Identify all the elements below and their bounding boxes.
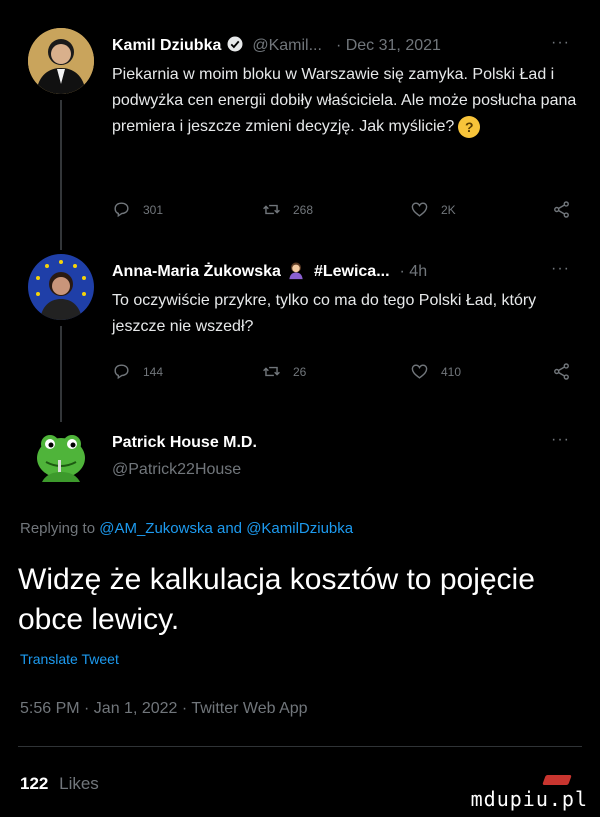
tweet-timestamp[interactable]: 5:56 PM · Jan 1, 2022 · Twitter Web App [20, 700, 308, 718]
like-count: 2K [441, 202, 456, 217]
share-button[interactable] [552, 200, 571, 219]
reply-and: and [216, 520, 243, 537]
likes-summary[interactable]: 122 Likes [20, 774, 99, 794]
author-handle[interactable]: @Patrick22House [112, 461, 241, 479]
more-icon[interactable]: ··· [551, 431, 570, 449]
retweet-icon [263, 366, 280, 377]
reply-button[interactable]: 301 [112, 200, 163, 219]
watermark-text: mdupiu.pl [470, 787, 588, 811]
retweet-icon [263, 204, 280, 215]
more-icon[interactable]: ··· [551, 34, 570, 52]
more-icon[interactable]: ··· [551, 260, 570, 278]
replying-to: Replying to @AM_Zukowska and @KamilDziub… [20, 520, 353, 537]
share-icon [554, 201, 569, 218]
likes-count: 122 [20, 774, 49, 793]
tweet-actions: 301 268 2K [112, 200, 572, 222]
reply-count: 144 [143, 364, 164, 379]
reply-icon [114, 202, 129, 218]
reply-user-link-1[interactable]: @AM_Zukowska [99, 520, 213, 537]
watermark-mustache-icon [542, 775, 572, 785]
avatar-patrick-house[interactable] [28, 424, 94, 490]
replying-prefix: Replying to [20, 520, 96, 537]
translate-tweet-link[interactable]: Translate Tweet [20, 651, 119, 667]
tweet-subheader: @Patrick22House [112, 458, 570, 482]
reply-button[interactable]: 144 [112, 362, 163, 381]
avatar-anna-maria-zukowska[interactable] [28, 254, 94, 320]
share-button[interactable] [552, 362, 571, 381]
emoji-icon: ? [458, 115, 481, 138]
woman-emoji-icon [286, 260, 306, 285]
retweet-count: 268 [293, 202, 314, 217]
retweet-button[interactable]: 268 [262, 200, 313, 219]
divider [18, 746, 582, 747]
tweet-header: Kamil Dziubka @Kamil... · Dec 31, 2021 ·… [112, 34, 570, 58]
verified-badge-icon [226, 35, 244, 58]
reply-count: 301 [143, 202, 164, 217]
like-button[interactable]: 2K [410, 200, 456, 219]
tweet-header: Anna-Maria Żukowska #Lewica... · 4h ··· [112, 260, 570, 284]
site-watermark: mdupiu.pl [470, 775, 588, 811]
author-name[interactable]: Kamil Dziubka [112, 37, 221, 55]
reply-icon [114, 364, 129, 380]
author-name[interactable]: Patrick House M.D. [112, 434, 257, 452]
likes-label: Likes [59, 774, 99, 793]
thread-connector [60, 100, 62, 250]
tweet-header: Patrick House M.D. ··· [112, 431, 570, 455]
like-count: 410 [441, 364, 462, 379]
tweet-text: Piekarnia w moim bloku w Warszawie się z… [112, 62, 582, 140]
retweet-button[interactable]: 26 [262, 362, 306, 381]
reply-user-link-2[interactable]: @KamilDziubka [246, 520, 353, 537]
tweet-actions: 144 26 410 [112, 362, 572, 384]
author-handle[interactable]: #Lewica... [314, 263, 390, 281]
tweet-date[interactable]: · Dec 31, 2021 [336, 37, 441, 55]
retweet-count: 26 [293, 364, 307, 379]
like-icon [411, 202, 428, 217]
like-icon [411, 364, 428, 379]
share-icon [554, 363, 569, 380]
author-handle[interactable]: @Kamil... [252, 37, 322, 55]
avatar-kamil-dziubka[interactable] [28, 28, 94, 94]
tweet-text-content: Piekarnia w moim bloku w Warszawie się z… [112, 66, 577, 135]
author-name[interactable]: Anna-Maria Żukowska [112, 263, 281, 281]
like-button[interactable]: 410 [410, 362, 461, 381]
main-tweet-text: Widzę że kalkulacja kosztów to pojęcie o… [18, 563, 535, 636]
tweet-date[interactable]: · 4h [400, 263, 428, 281]
tweet-text: To oczywiście przykre, tylko co ma do te… [112, 292, 537, 335]
thread-connector [60, 326, 62, 422]
